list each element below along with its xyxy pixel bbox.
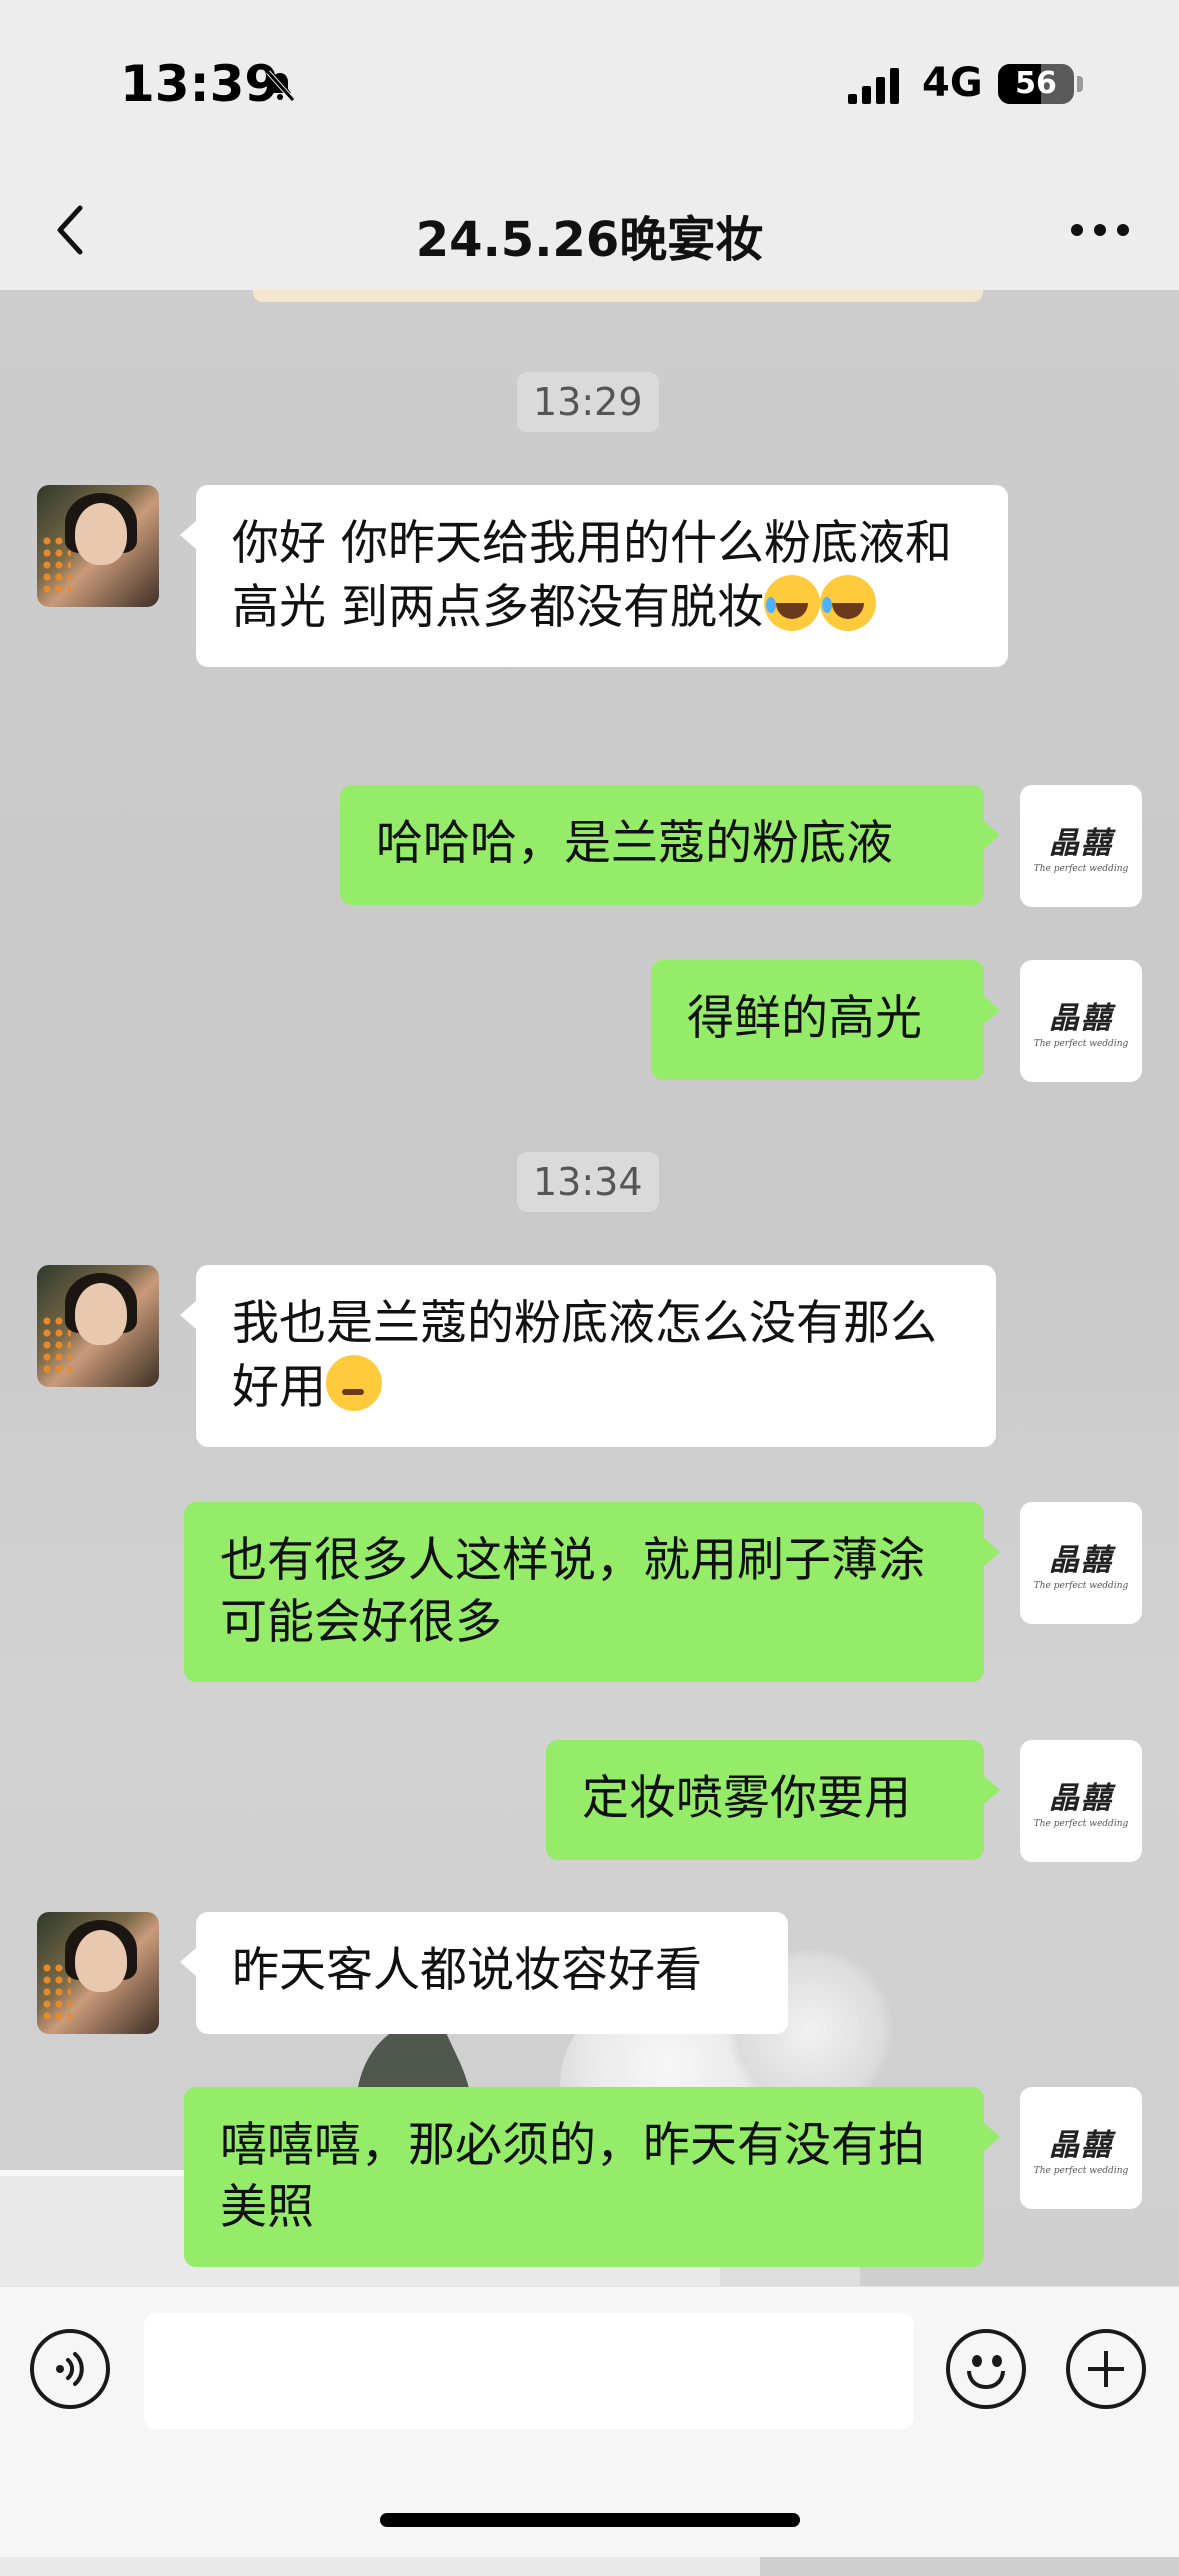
voice-button[interactable]	[30, 2329, 110, 2409]
status-time: 13:39	[120, 55, 280, 113]
input-bar	[0, 2286, 1179, 2557]
avatar[interactable]	[37, 1912, 159, 2034]
message-bubble-sent[interactable]: 得鲜的高光	[651, 960, 1000, 1080]
avatar-logo: 晶囍	[1049, 1543, 1113, 1578]
avatar-photo-detail	[75, 1930, 127, 1992]
message-bubble-received[interactable]: 昨天客人都说妆容好看	[180, 1912, 788, 2034]
avatar-logo-sub: The perfect wedding	[1033, 1581, 1129, 1591]
avatar-logo: 晶囍	[1049, 826, 1113, 861]
avatar[interactable]: 晶囍 The perfect wedding	[1020, 1740, 1142, 1862]
avatar-logo: 晶囍	[1049, 1001, 1113, 1036]
more-dots-icon	[1071, 224, 1129, 236]
message-text: 哈哈哈，是兰蔻的粉底液	[376, 816, 893, 871]
message-text: 定妆喷雾你要用	[582, 1771, 911, 1826]
avatar-logo-sub: The perfect wedding	[1033, 1039, 1129, 1049]
more-button[interactable]	[1060, 200, 1140, 260]
message-text: 嘻嘻嘻，那必须的，昨天有没有拍美照	[220, 2118, 925, 2235]
message-bubble-sent[interactable]: 定妆喷雾你要用	[546, 1740, 1000, 1860]
battery-level: 56	[1015, 66, 1057, 101]
avatar-photo-detail	[75, 1283, 127, 1345]
avatar[interactable]	[37, 1265, 159, 1387]
laughing-emoji-icon	[763, 575, 820, 631]
bell-slash-icon	[266, 70, 295, 102]
battery-cap	[1077, 76, 1083, 92]
voice-icon	[56, 2352, 84, 2386]
avatar[interactable]: 晶囍 The perfect wedding	[1020, 960, 1142, 1082]
avatar-logo: 晶囍	[1049, 2128, 1113, 2163]
message-bubble-sent[interactable]: 嘻嘻嘻，那必须的，昨天有没有拍美照	[184, 2087, 1000, 2267]
home-indicator	[380, 2513, 800, 2527]
battery-icon: 56	[998, 64, 1074, 104]
message-bubble-sent[interactable]: 也有很多人这样说，就用刷子薄涂可能会好很多	[184, 1502, 1000, 1682]
message-text: 昨天客人都说妆容好看	[232, 1943, 702, 1998]
message-text: 也有很多人这样说，就用刷子薄涂可能会好很多	[220, 1533, 925, 1650]
avatar-logo-sub: The perfect wedding	[1033, 2166, 1129, 2176]
timestamp: 13:34	[517, 1152, 659, 1212]
avatar-photo-detail	[75, 503, 127, 565]
message-bubble-sent[interactable]: 哈哈哈，是兰蔻的粉底液	[340, 785, 1000, 905]
message-bubble-received[interactable]: 你好 你昨天给我用的什么粉底液和高光 到两点多都没有脱妆	[180, 485, 1008, 667]
avatar[interactable]	[37, 485, 159, 607]
smiley-icon-mouth	[967, 2371, 1005, 2389]
network-type: 4G	[922, 60, 983, 106]
avatar-logo-sub: The perfect wedding	[1033, 1819, 1129, 1829]
smiley-icon-eye	[972, 2355, 982, 2367]
page-title: 24.5.26晚宴妆	[415, 212, 764, 268]
avatar[interactable]: 晶囍 The perfect wedding	[1020, 785, 1142, 907]
timestamp: 13:29	[517, 372, 659, 432]
plus-button[interactable]	[1066, 2329, 1146, 2409]
status-bar: 13:39 4G 56	[0, 0, 1179, 170]
smiley-icon-eye	[992, 2355, 1002, 2367]
message-input[interactable]	[144, 2313, 914, 2429]
message-text: 得鲜的高光	[687, 991, 922, 1046]
emoji-button[interactable]	[946, 2329, 1026, 2409]
message-bubble-received[interactable]: 我也是兰蔻的粉底液怎么没有那么好用	[180, 1265, 996, 1447]
avatar-logo-sub: The perfect wedding	[1033, 864, 1129, 874]
avatar[interactable]: 晶囍 The perfect wedding	[1020, 1502, 1142, 1624]
thinking-emoji-icon	[326, 1355, 382, 1411]
previous-message-edge	[253, 290, 983, 302]
avatar[interactable]: 晶囍 The perfect wedding	[1020, 2087, 1142, 2209]
nav-bar: 24.5.26晚宴妆	[0, 170, 1179, 290]
avatar-logo: 晶囍	[1049, 1781, 1113, 1816]
signal-icon	[848, 68, 899, 104]
laughing-emoji-icon	[819, 575, 876, 631]
